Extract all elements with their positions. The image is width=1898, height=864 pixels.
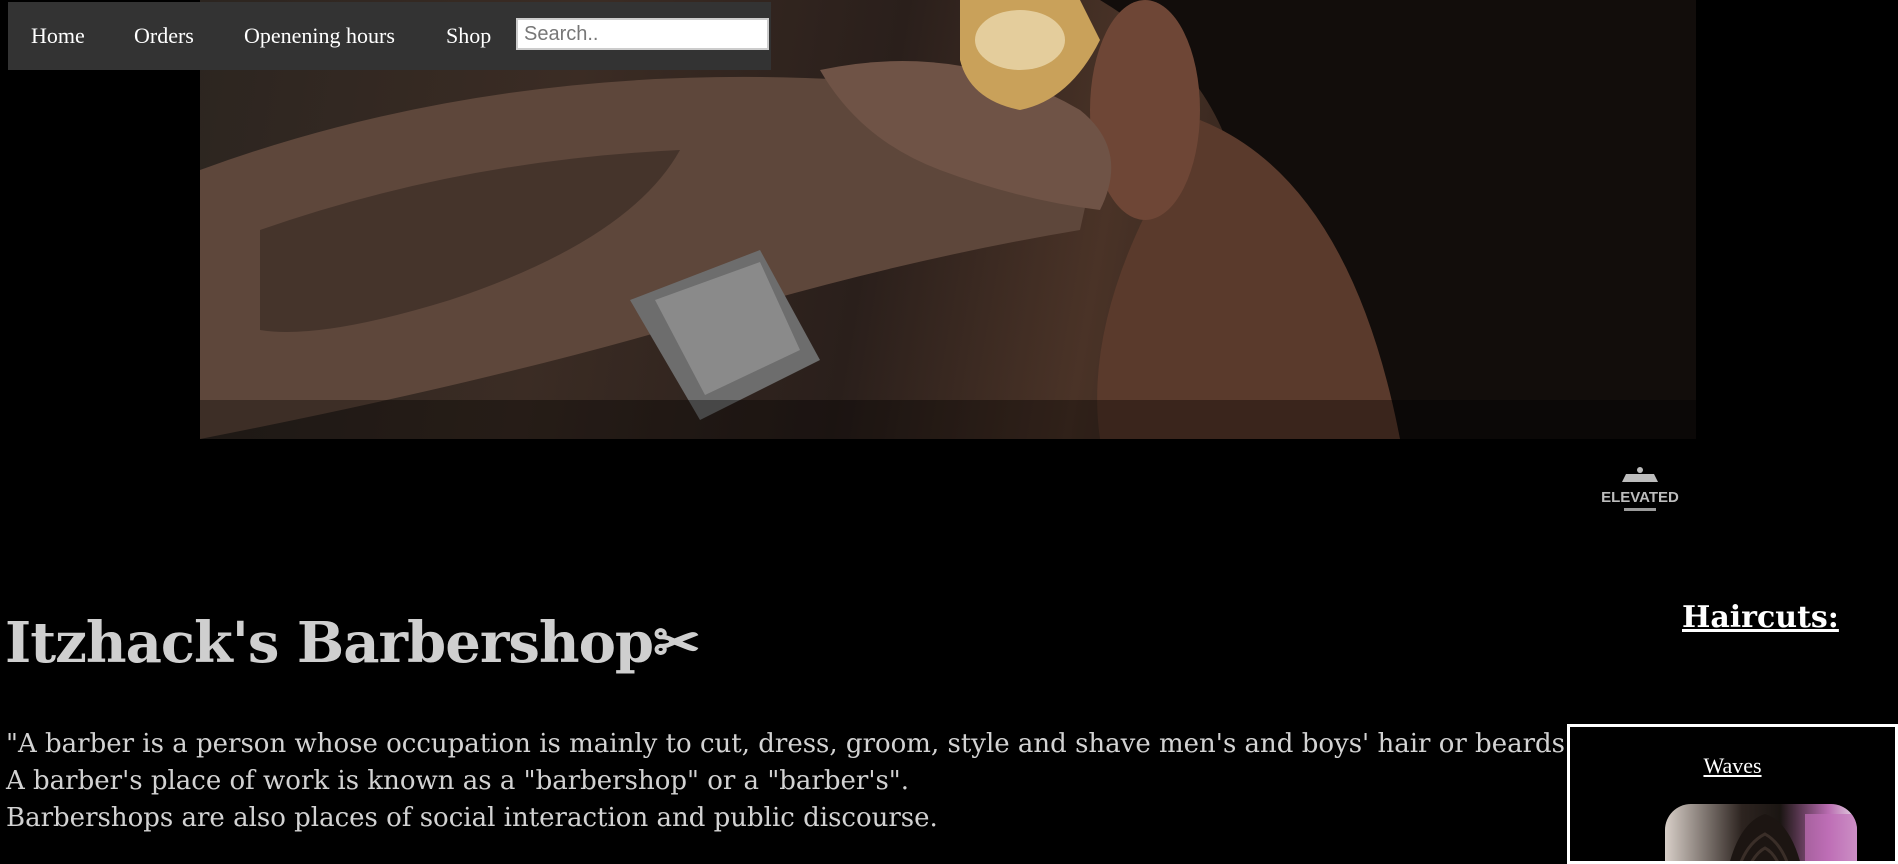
elevated-logo-icon: ELEVATED xyxy=(1601,467,1679,511)
nav-orders-link[interactable]: Orders xyxy=(134,14,194,58)
haircut-card-title[interactable]: Waves xyxy=(1570,753,1895,779)
top-navbar: Home Orders Openening hours Shop xyxy=(8,2,771,70)
barber-quote: "A barber is a person whose occupation i… xyxy=(6,726,1574,837)
haircut-card-waves[interactable]: Waves xyxy=(1567,724,1898,864)
svg-text:ELEVATED: ELEVATED xyxy=(1601,489,1679,506)
elevated-logo: ELEVATED xyxy=(1600,460,1680,520)
haircut-card-image[interactable] xyxy=(1665,804,1857,861)
haircuts-heading: Haircuts: xyxy=(1682,600,1839,635)
nav-shop-link[interactable]: Shop xyxy=(446,14,491,58)
page-title: Itzhack's Barbershop✂ xyxy=(5,610,700,676)
nav-opening-hours-link[interactable]: Openening hours xyxy=(244,14,395,58)
nav-home-link[interactable]: Home xyxy=(31,14,85,58)
waves-photo-illustration xyxy=(1730,814,1857,861)
quote-line: A barber's place of work is known as a "… xyxy=(6,766,910,796)
quote-line: Barbershops are also places of social in… xyxy=(6,803,938,833)
quote-line: "A barber is a person whose occupation i… xyxy=(6,729,1574,759)
search-input[interactable] xyxy=(516,18,769,50)
